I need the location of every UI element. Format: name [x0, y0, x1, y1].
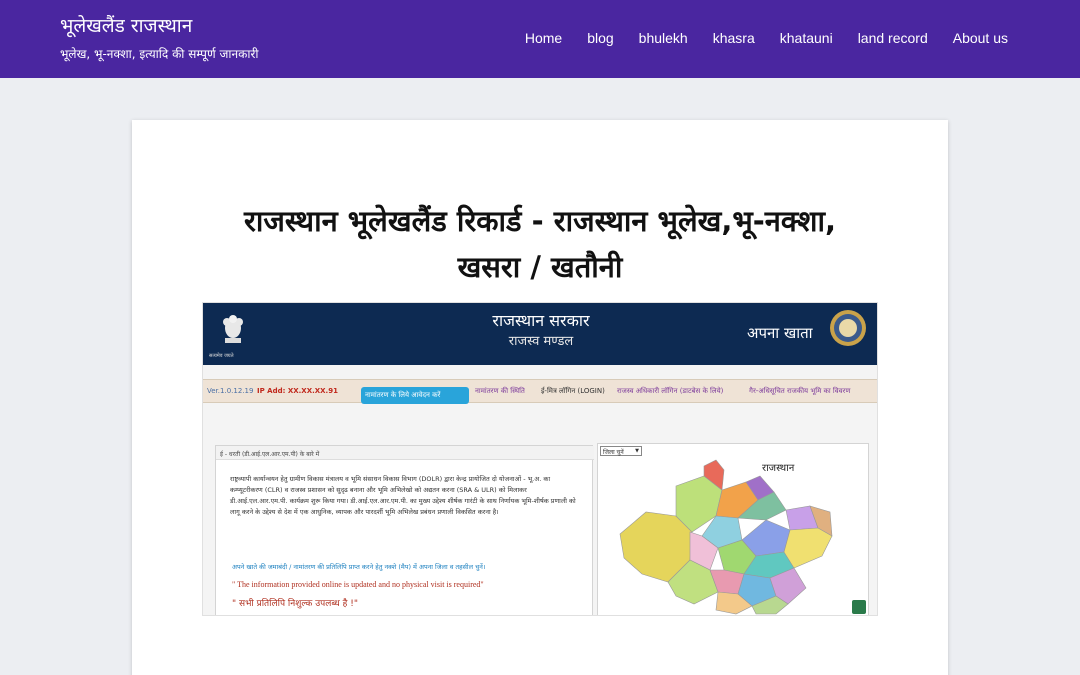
mutation-status-link[interactable]: नामांतरण की स्थिति	[475, 387, 525, 396]
nav-item-khasra[interactable]: khasra	[713, 30, 755, 46]
featured-image: सत्यमेव जयते राजस्थान सरकार राजस्व मण्डल…	[202, 302, 878, 616]
nav-item-khatauni[interactable]: khatauni	[780, 30, 833, 46]
free-copy-note: " सभी प्रतिलिपि निशुल्क उपलब्ध है !"	[232, 599, 358, 609]
apply-mutation-button[interactable]: नामांतरण के लिये आवेदन करें	[361, 387, 469, 404]
emblem-caption: सत्यमेव जयते	[209, 353, 234, 359]
rajasthan-map[interactable]	[606, 456, 862, 616]
nav-item-about-us[interactable]: About us	[953, 30, 1008, 46]
post-title-line1: राजस्थान भूलेखलैंड रिकार्ड - राजस्थान भू…	[243, 204, 837, 238]
apna-khata-title: अपना खाता	[747, 324, 813, 342]
nav-item-home[interactable]: Home	[525, 30, 562, 46]
screenshot-sub-nav: Ver.1.0.12.19 IP Add: XX.XX.XX.91 नामांत…	[203, 379, 877, 404]
map-panel: जिला चुनें ▼ राजस्थान	[597, 443, 869, 616]
site-title[interactable]: भूलेखलैंड राजस्थान	[60, 12, 192, 38]
officer-login-link[interactable]: राजस्व अधिकारी लॉगिन (डाटबेस के लिये)	[617, 387, 723, 396]
post-title: राजस्थान भूलेखलैंड रिकार्ड - राजस्थान भू…	[172, 198, 908, 290]
nav-item-bhulekh[interactable]: bhulekh	[639, 30, 688, 46]
ip-address-label: IP Add: XX.XX.XX.91	[257, 387, 338, 395]
post-title-line2: खसरा / खतौनी	[457, 250, 623, 284]
non-notified-land-link[interactable]: गैर-अधिसूचित राजकीय भूमि का विवरण	[749, 387, 850, 396]
map-district-karauli	[783, 527, 833, 569]
post-card: राजस्थान भूलेखलैंड रिकार्ड - राजस्थान भू…	[132, 120, 948, 675]
select-district-prompt: अपने खाते की जमाबंदी / नामांतरण की प्रति…	[232, 563, 486, 571]
apply-mutation-label: नामांतरण के लिये आवेदन करें	[365, 391, 441, 399]
revenue-board-seal-icon	[830, 310, 866, 346]
main-nav: Home blog bhulekh khasra khatauni land r…	[525, 30, 1008, 46]
version-label: Ver.1.0.12.19	[207, 387, 254, 395]
site-tagline: भूलेख, भू-नक्शा, इत्यादि की सम्पूर्ण जान…	[60, 47, 259, 61]
info-box: ई - धरती (डी.आई.एल.आर.एम.पी) के बारे में…	[215, 445, 594, 615]
info-box-header: ई - धरती (डी.आई.एल.आर.एम.पी) के बारे में	[216, 446, 594, 460]
district-select-label: जिला चुनें	[603, 449, 624, 456]
map-title: राजस्थान	[762, 463, 795, 474]
online-info-note: " The information provided online is upd…	[232, 580, 484, 589]
site-header: भूलेखलैंड राजस्थान भूलेख, भू-नक्शा, इत्य…	[0, 0, 1080, 78]
nav-item-blog[interactable]: blog	[587, 30, 613, 46]
nav-item-land-record[interactable]: land record	[858, 30, 928, 46]
chevron-down-icon: ▼	[635, 448, 639, 454]
district-select[interactable]: जिला चुनें ▼	[600, 446, 642, 456]
emitra-login-link[interactable]: ई-मित्र लॉगिन (LOGIN)	[541, 387, 605, 396]
gov-header-bar: सत्यमेव जयते राजस्थान सरकार राजस्व मण्डल…	[203, 303, 877, 365]
map-action-button[interactable]	[852, 600, 866, 614]
info-paragraph: राष्ट्रव्यापी कार्यान्वयन हेतु ग्रामीण व…	[230, 475, 576, 516]
